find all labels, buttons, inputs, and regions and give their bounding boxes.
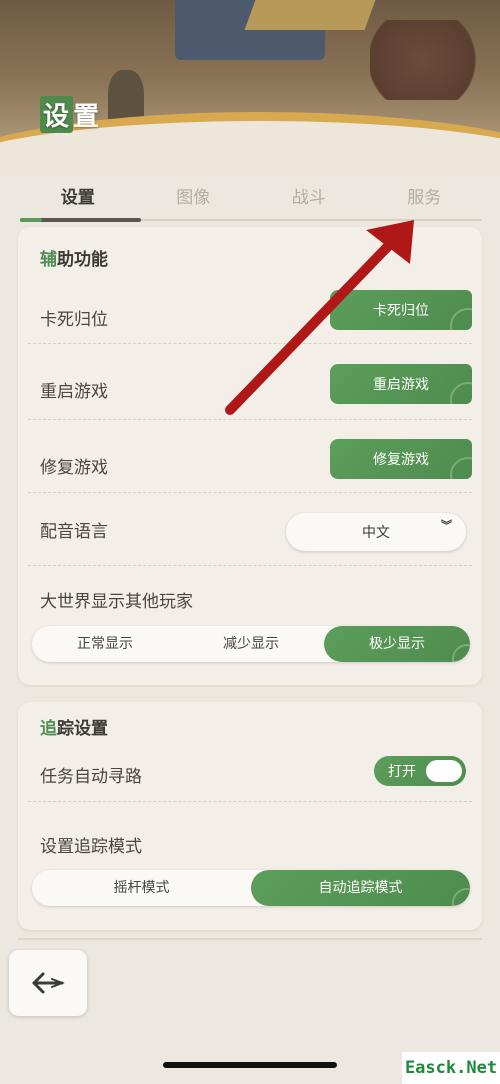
tab-bar: 设置 图像 战斗 服务	[20, 178, 482, 222]
restart-game-button-label: 重启游戏	[373, 377, 429, 393]
watermark: Easck.Net	[402, 1052, 500, 1084]
tracking-mode-selector: 摇杆模式 自动追踪模式	[32, 870, 470, 906]
back-button[interactable]	[9, 950, 87, 1016]
page-title-first-char: 设	[40, 96, 74, 133]
auto-pathfinding-toggle-text: 打开	[388, 764, 416, 780]
voice-language-value: 中文	[362, 525, 390, 541]
restart-game-label: 重启游戏	[40, 382, 108, 402]
toggle-knob	[426, 760, 462, 782]
page-title-rest: 置	[73, 102, 101, 132]
stuck-reset-label: 卡死归位	[40, 310, 108, 330]
repair-game-button-label: 修复游戏	[373, 452, 429, 468]
divider	[28, 801, 472, 802]
show-players-label: 大世界显示其他玩家	[40, 592, 193, 612]
stuck-reset-button[interactable]: 卡死归位	[330, 290, 472, 330]
tab-combat[interactable]: 战斗	[251, 178, 367, 222]
tracking-mode-auto[interactable]: 自动追踪模式	[251, 870, 470, 906]
tab-graphics[interactable]: 图像	[136, 178, 252, 222]
repair-game-button[interactable]: 修复游戏	[330, 439, 472, 479]
auto-pathfinding-label: 任务自动寻路	[40, 767, 142, 787]
back-arrow-icon	[32, 972, 65, 994]
show-players-selector: 正常显示 减少显示 极少显示	[32, 626, 470, 662]
voice-language-label: 配音语言	[40, 522, 108, 542]
tab-service[interactable]: 服务	[367, 178, 483, 222]
auto-pathfinding-toggle[interactable]: 打开	[374, 756, 466, 786]
restart-game-button[interactable]: 重启游戏	[330, 364, 472, 404]
tracking-mode-label: 设置追踪模式	[40, 837, 142, 857]
bottom-divider	[18, 938, 482, 940]
show-players-minimal[interactable]: 极少显示	[324, 626, 470, 662]
tracking-card: 追踪设置 任务自动寻路 打开 设置追踪模式 摇杆模式 自动追踪模式	[18, 702, 482, 930]
assist-section-title: 辅助功能	[40, 250, 108, 270]
show-players-reduced[interactable]: 减少显示	[178, 626, 324, 662]
page-title: 设置	[40, 96, 100, 133]
show-players-normal[interactable]: 正常显示	[32, 626, 178, 662]
tab-settings[interactable]: 设置	[20, 178, 140, 222]
header-banner	[0, 0, 500, 175]
divider	[28, 419, 472, 420]
voice-language-dropdown[interactable]: 中文 ︾	[286, 513, 466, 551]
repair-game-label: 修复游戏	[40, 458, 108, 478]
banner-roof	[244, 0, 376, 30]
stuck-reset-button-label: 卡死归位	[373, 303, 429, 319]
divider	[28, 565, 472, 566]
tracking-section-title: 追踪设置	[40, 719, 108, 739]
divider	[28, 492, 472, 493]
tracking-mode-joystick[interactable]: 摇杆模式	[32, 870, 251, 906]
divider	[28, 343, 472, 344]
assist-card: 辅助功能 卡死归位 卡死归位 重启游戏 重启游戏 修复游戏 修复游戏 配音语言 …	[18, 227, 482, 685]
home-indicator[interactable]	[163, 1062, 337, 1068]
banner-tree	[370, 20, 500, 100]
double-chevron-down-icon: ︾	[441, 519, 452, 532]
